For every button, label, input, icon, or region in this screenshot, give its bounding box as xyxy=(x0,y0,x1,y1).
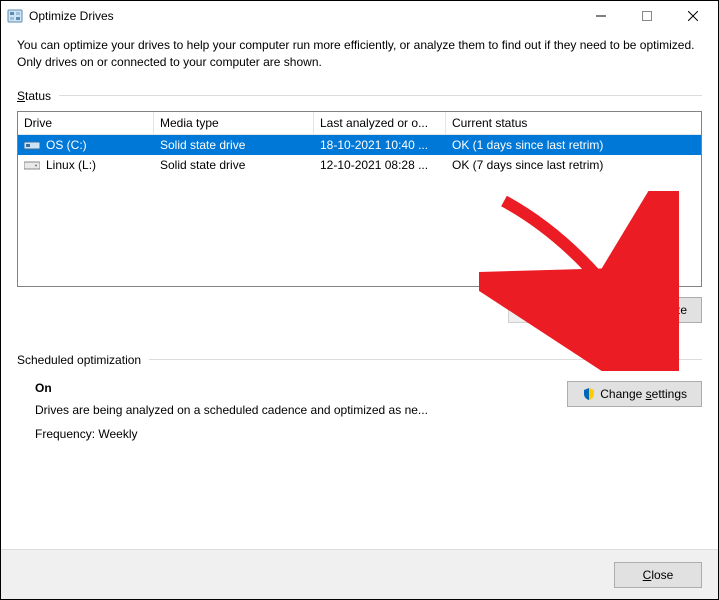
drive-list[interactable]: Drive Media type Last analyzed or o... C… xyxy=(17,111,702,287)
close-window-button[interactable] xyxy=(670,1,716,31)
drive-status: OK (1 days since last retrim) xyxy=(446,138,701,152)
column-drive[interactable]: Drive xyxy=(18,112,154,134)
drive-row[interactable]: OS (C:) Solid state drive 18-10-2021 10:… xyxy=(18,135,701,155)
minimize-button[interactable] xyxy=(578,1,624,31)
drive-media: Solid state drive xyxy=(154,158,314,172)
maximize-button[interactable] xyxy=(624,1,670,31)
status-section-label: Status xyxy=(17,89,702,103)
minimize-icon xyxy=(596,11,606,21)
drive-name: Linux (L:) xyxy=(46,158,96,172)
scheduled-state: On xyxy=(35,381,567,395)
scheduled-section-label: Scheduled optimization xyxy=(17,353,702,367)
drive-media: Solid state drive xyxy=(154,138,314,152)
drive-row[interactable]: Linux (L:) Solid state drive 12-10-2021 … xyxy=(18,155,701,175)
drive-last: 18-10-2021 10:40 ... xyxy=(314,138,446,152)
shield-icon xyxy=(582,387,596,401)
analyze-button[interactable]: Analyze xyxy=(508,297,599,323)
drive-name: OS (C:) xyxy=(46,138,87,152)
titlebar: Optimize Drives xyxy=(1,1,718,31)
drive-list-header: Drive Media type Last analyzed or o... C… xyxy=(18,112,701,135)
change-settings-button[interactable]: Change settings xyxy=(567,381,702,407)
window-title: Optimize Drives xyxy=(29,9,114,23)
hdd-icon xyxy=(24,159,40,171)
shield-icon xyxy=(523,303,537,317)
column-status[interactable]: Current status xyxy=(446,112,701,134)
optimize-button[interactable]: Optimize xyxy=(607,297,702,323)
defrag-app-icon xyxy=(7,8,23,24)
close-icon xyxy=(688,11,698,21)
intro-text: You can optimize your drives to help you… xyxy=(17,37,702,71)
ssd-icon xyxy=(24,139,40,151)
close-button[interactable]: Close xyxy=(614,562,702,588)
drive-last: 12-10-2021 08:28 ... xyxy=(314,158,446,172)
scheduled-frequency: Frequency: Weekly xyxy=(35,427,567,441)
column-media[interactable]: Media type xyxy=(154,112,314,134)
column-last[interactable]: Last analyzed or o... xyxy=(314,112,446,134)
scheduled-desc: Drives are being analyzed on a scheduled… xyxy=(35,403,567,417)
shield-icon xyxy=(622,303,636,317)
drive-status: OK (7 days since last retrim) xyxy=(446,158,701,172)
maximize-icon xyxy=(642,11,652,21)
dialog-footer: Close xyxy=(1,549,718,599)
